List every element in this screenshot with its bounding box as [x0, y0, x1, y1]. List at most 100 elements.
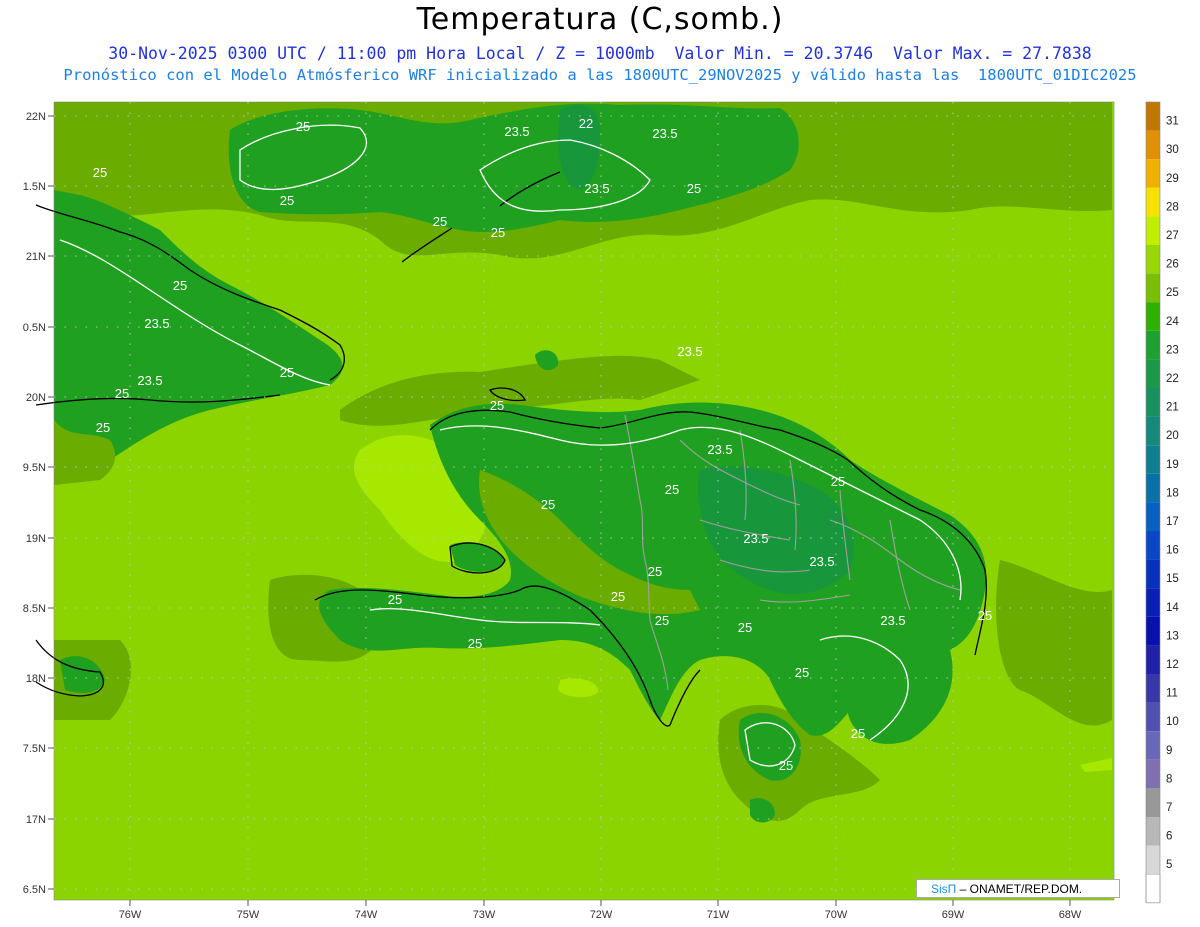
colorbar-swatch	[1146, 159, 1160, 188]
colorbar-swatch	[1146, 445, 1160, 474]
colorbar-swatch	[1146, 359, 1160, 388]
contour-label: 25	[611, 589, 625, 604]
temperature-map: 25 25 23.5 22 23.5 25 25 25 23.5 25 25 23.5 25 23.5 25…	[23, 101, 1179, 921]
lat-label: 8.5N	[23, 603, 46, 615]
colorbar-label: 22	[1166, 373, 1179, 385]
lat-label: 22N	[26, 111, 46, 123]
contour-label: 25	[388, 592, 402, 607]
lat-label: 0.5N	[23, 322, 46, 334]
lat-label: 17N	[26, 814, 46, 826]
lat-label: 9.5N	[23, 462, 46, 474]
colorbar-label: 20	[1166, 430, 1179, 442]
lon-label: 71W	[707, 909, 730, 921]
contour-label: 23.5	[584, 181, 609, 196]
colorbar-label: 29	[1166, 173, 1179, 185]
contour-label: 25	[541, 497, 555, 512]
colorbar-label: 24	[1166, 316, 1179, 328]
colorbar-swatch	[1146, 502, 1160, 531]
contour-label: 25	[296, 119, 310, 134]
contour-label: 25	[648, 564, 662, 579]
colorbar-label: 16	[1166, 545, 1179, 557]
colorbar-swatch	[1146, 187, 1160, 217]
contour-label: 22	[579, 116, 593, 131]
colorbar-swatch	[1146, 588, 1160, 617]
lon-axis: 76W 75W 74W 73W 72W 71W 70W 69W 68W	[119, 900, 1082, 921]
contour-label: 25	[795, 665, 809, 680]
lat-label: 20N	[26, 392, 46, 404]
colorbar-label: 11	[1166, 688, 1178, 700]
colorbar-label: 9	[1166, 745, 1172, 757]
colorbar-label: 23	[1166, 344, 1179, 356]
colorbar-label: 18	[1166, 487, 1179, 499]
colorbar-swatch	[1146, 531, 1160, 560]
colorbar-swatch	[1146, 416, 1160, 446]
colorbar-swatch	[1146, 216, 1160, 245]
lat-label: 6.5N	[23, 884, 46, 896]
credit-brand: SisΠ	[931, 882, 957, 896]
contour-label: 25	[779, 758, 793, 773]
lon-label: 72W	[590, 909, 613, 921]
colorbar: 31 30 29 28 27 26 25 24 23 22 21 20 19 18 17 16 15 14 13 12…	[1145, 101, 1179, 904]
colorbar-label: 21	[1166, 402, 1179, 414]
lat-label: 18N	[26, 673, 46, 685]
colorbar-swatch	[1146, 102, 1160, 131]
colorbar-swatch	[1146, 759, 1160, 789]
contour-label: 23.5	[504, 124, 529, 139]
lon-label: 75W	[237, 909, 260, 921]
contour-label: 25	[490, 398, 504, 413]
colorbar-swatch	[1146, 645, 1160, 674]
lon-label: 74W	[355, 909, 378, 921]
contour-label: 25	[468, 636, 482, 651]
colorbar-label: 7	[1166, 802, 1172, 814]
contour-label: 23.5	[137, 373, 162, 388]
colorbar-label: 17	[1166, 516, 1179, 528]
lat-label: 21N	[26, 251, 46, 263]
colorbar-label: 12	[1166, 659, 1179, 671]
colorbar-swatch	[1146, 388, 1160, 417]
colorbar-label: 26	[1166, 259, 1179, 271]
colorbar-label: 30	[1166, 144, 1179, 156]
colorbar-swatch	[1146, 559, 1160, 589]
colorbar-label: 15	[1166, 573, 1179, 585]
lon-label: 70W	[825, 909, 848, 921]
credit-box: SisΠ – ONAMET/REP.DOM.	[916, 879, 1120, 898]
lon-label: 73W	[473, 909, 496, 921]
contour-label: 25	[665, 482, 679, 497]
colorbar-label: 5	[1166, 859, 1172, 871]
lon-label: 69W	[942, 909, 965, 921]
colorbar-swatch	[1146, 845, 1160, 875]
colorbar-swatch	[1146, 817, 1160, 846]
colorbar-swatch	[1146, 616, 1160, 646]
contour-label: 25	[491, 225, 505, 240]
contour-label: 23.5	[880, 613, 905, 628]
colorbar-label: 28	[1166, 201, 1179, 213]
colorbar-swatch	[1146, 330, 1160, 360]
contour-label: 23.5	[677, 344, 702, 359]
lat-label: 19N	[26, 533, 46, 545]
lat-label: 7.5N	[23, 743, 46, 755]
contour-label: 25	[280, 365, 294, 380]
contour-label: 25	[851, 726, 865, 741]
contour-label: 25	[831, 474, 845, 489]
colorbar-swatch	[1146, 473, 1160, 503]
colorbar-label: 6	[1166, 831, 1172, 843]
colorbar-label: 13	[1166, 630, 1179, 642]
colorbar-swatch	[1146, 731, 1160, 760]
colorbar-swatch	[1145, 873, 1161, 904]
contour-label: 25	[738, 620, 752, 635]
colorbar-label: 19	[1166, 459, 1179, 471]
colorbar-label: 14	[1166, 602, 1179, 614]
contour-label: 25	[655, 613, 669, 628]
contour-label: 25	[978, 608, 992, 623]
colorbar-label: 25	[1166, 287, 1179, 299]
contour-label: 25	[96, 420, 110, 435]
colorbar-swatch	[1146, 302, 1160, 331]
colorbar-label: 31	[1166, 116, 1179, 128]
lat-axis: 22N 1.5N 21N 0.5N 20N 9.5N 19N 8.5N 18N 7.5N 17N 6.…	[23, 111, 54, 896]
colorbar-swatch	[1146, 245, 1160, 274]
lon-label: 76W	[119, 909, 142, 921]
contour-label: 23.5	[809, 554, 834, 569]
contour-label: 25	[93, 165, 107, 180]
contour-label: 25	[173, 278, 187, 293]
colorbar-swatch	[1146, 273, 1160, 303]
